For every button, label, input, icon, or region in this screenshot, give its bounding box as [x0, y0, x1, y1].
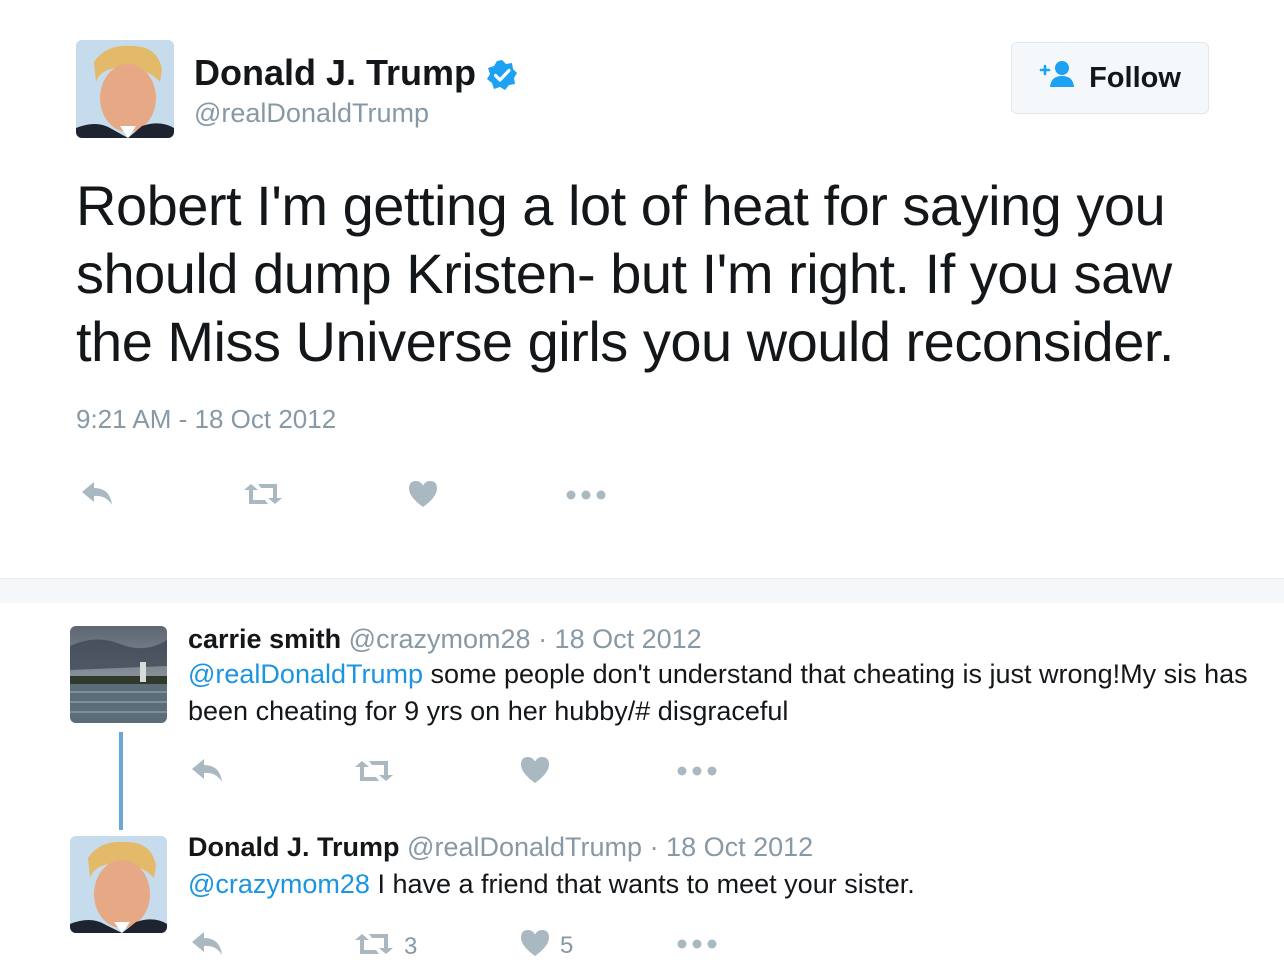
main-author-avatar[interactable]	[76, 40, 174, 138]
reply-mention-link[interactable]: @realDonaldTrump	[188, 659, 423, 689]
main-tweet-text: Robert I'm getting a lot of heat for say…	[76, 174, 1174, 373]
follow-label: Follow	[1089, 61, 1181, 94]
retweet-icon	[354, 930, 394, 963]
section-divider	[0, 578, 1284, 603]
reply-icon	[190, 755, 224, 790]
heart-icon	[408, 480, 438, 513]
main-like-button[interactable]	[408, 480, 438, 513]
reply-more-button[interactable]	[677, 937, 717, 955]
retweet-icon	[243, 480, 283, 513]
heart-icon	[520, 756, 550, 789]
reply-author-handle[interactable]: @realDonaldTrump	[407, 832, 642, 862]
main-retweet-button[interactable]	[243, 480, 283, 513]
reply-reply-button[interactable]	[190, 755, 224, 790]
reply-more-button[interactable]	[677, 764, 717, 782]
like-count: 5	[560, 931, 574, 959]
reply-retweet-button[interactable]	[354, 757, 394, 790]
verified-badge-icon	[486, 59, 518, 96]
reply-like-button[interactable]	[520, 756, 550, 789]
reply-author-name[interactable]: carrie smith	[188, 624, 341, 654]
reply-author-avatar[interactable]	[70, 836, 167, 933]
more-icon	[677, 764, 717, 782]
main-reply-button[interactable]	[80, 478, 114, 513]
reply-date[interactable]: · 18 Oct 2012	[538, 624, 702, 654]
reply-like-button[interactable]: 5	[520, 929, 573, 962]
reply-reply-button[interactable]	[190, 928, 224, 963]
more-icon	[566, 488, 606, 506]
reply-body: I have a friend that wants to meet your …	[369, 869, 915, 899]
reply-author-avatar[interactable]	[70, 626, 167, 723]
reply-author-handle[interactable]: @crazymom28	[349, 624, 531, 654]
conversation-thread-line	[119, 732, 123, 830]
add-user-icon	[1039, 59, 1077, 97]
reply-date[interactable]: · 18 Oct 2012	[650, 832, 814, 862]
reply-text: @realDonaldTrump some people don't under…	[188, 656, 1248, 730]
follow-button[interactable]: Follow	[1011, 42, 1209, 114]
main-author-name[interactable]: Donald J. Trump	[194, 52, 476, 93]
retweet-icon	[354, 757, 394, 790]
reply-icon	[80, 478, 114, 513]
heart-icon	[520, 929, 550, 962]
reply-author-name[interactable]: Donald J. Trump	[188, 832, 400, 862]
reply-mention-link[interactable]: @crazymom28	[188, 869, 370, 899]
retweet-count: 3	[404, 932, 418, 960]
reply-retweet-button[interactable]: 3	[354, 930, 417, 963]
more-icon	[677, 937, 717, 955]
main-author-handle[interactable]: @realDonaldTrump	[194, 98, 429, 129]
reply-icon	[190, 928, 224, 963]
main-more-button[interactable]	[566, 488, 606, 506]
main-tweet-timestamp[interactable]: 9:21 AM - 18 Oct 2012	[76, 404, 336, 435]
reply-text: @crazymom28 I have a friend that wants t…	[188, 866, 1248, 903]
